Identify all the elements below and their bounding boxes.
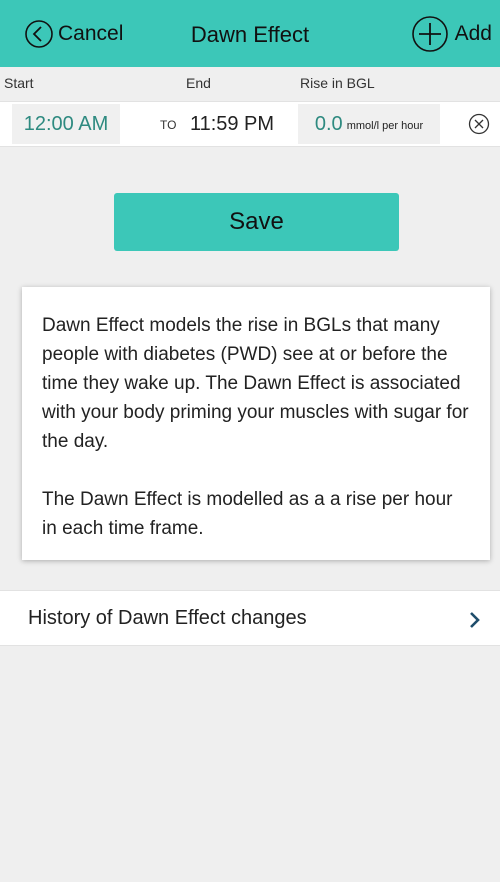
rise-input[interactable]: 0.0 mmol/l per hour [298, 104, 440, 144]
to-label: TO [160, 118, 177, 132]
cancel-button[interactable]: Cancel [24, 12, 123, 56]
history-label: History of Dawn Effect changes [28, 607, 307, 629]
add-button[interactable]: Add [411, 12, 492, 56]
info-card: Dawn Effect models the rise in BGLs that… [22, 287, 490, 560]
chevron-right-icon [470, 612, 480, 628]
app-header: Cancel Dawn Effect Add [0, 0, 500, 67]
rise-unit: mmol/l per hour [346, 120, 424, 132]
history-link[interactable]: History of Dawn Effect changes [0, 590, 500, 646]
back-circle-icon [25, 20, 53, 48]
rise-value: 0.0 [314, 112, 343, 135]
info-paragraph-1: Dawn Effect models the rise in BGLs that… [42, 315, 469, 452]
time-range-row: 12:00 AM TO 11:59 PM 0.0 mmol/l per hour [0, 101, 500, 147]
remove-range-icon[interactable] [468, 113, 490, 135]
cancel-label: Cancel [58, 22, 124, 45]
start-time-field[interactable]: 12:00 AM [12, 104, 120, 144]
add-label: Add [454, 22, 492, 45]
add-circle-icon [411, 16, 448, 52]
end-column-label: End [186, 75, 211, 91]
end-time-field[interactable]: 11:59 PM [182, 104, 282, 144]
column-labels: Start End Rise in BGL [0, 67, 500, 101]
rise-column-label: Rise in BGL [300, 75, 375, 91]
start-column-label: Start [4, 75, 34, 91]
save-button[interactable]: Save [114, 193, 399, 251]
info-paragraph-2: The Dawn Effect is modelled as a a rise … [42, 489, 453, 539]
